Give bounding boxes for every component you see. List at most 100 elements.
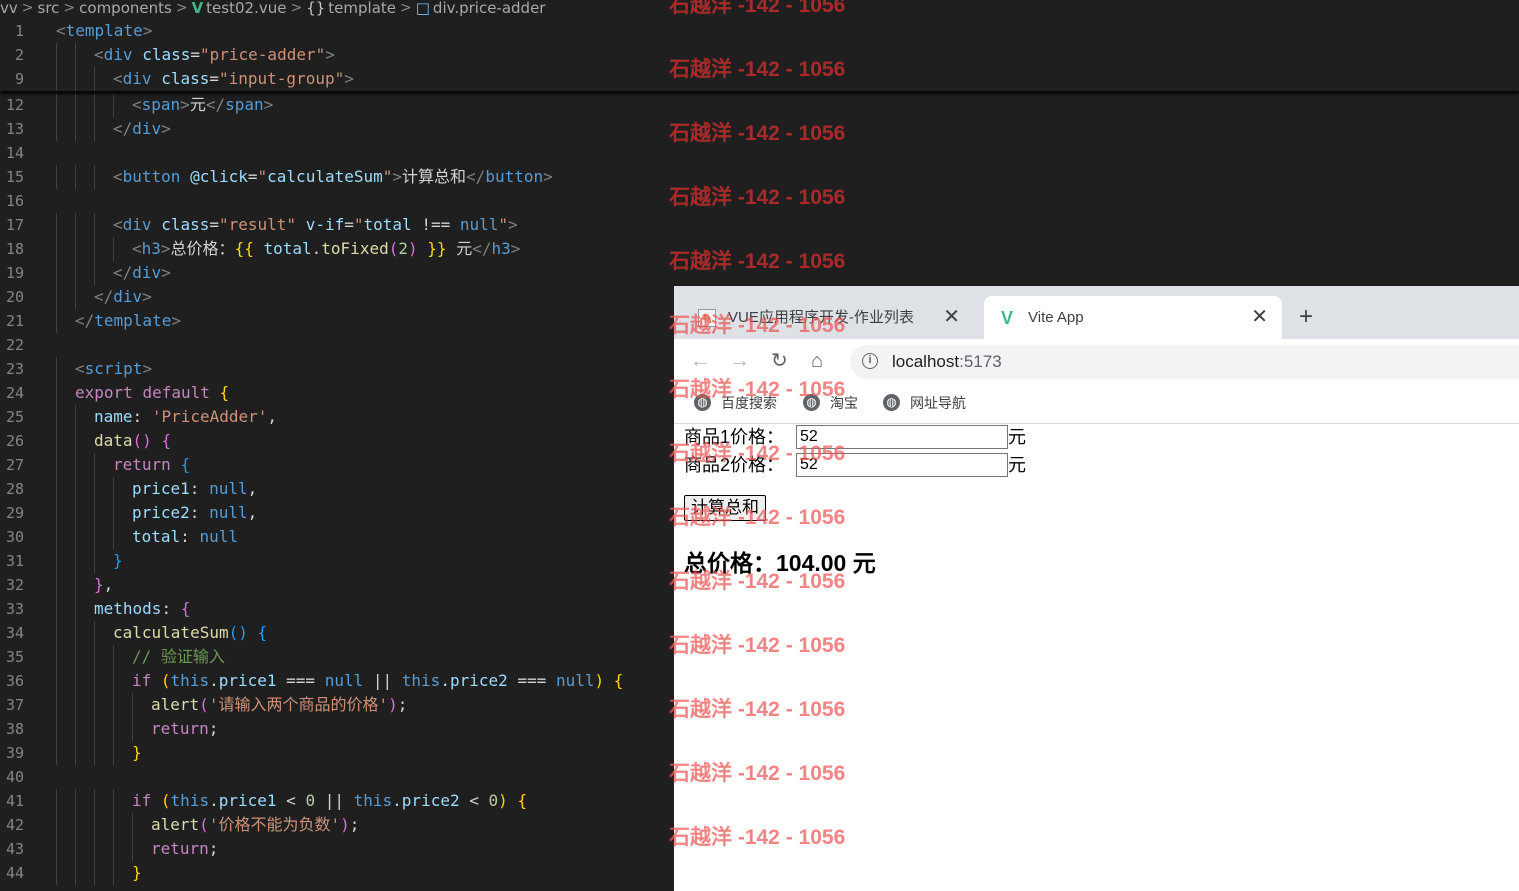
address-bar[interactable]: i localhost:5173 (850, 345, 1519, 379)
back-arrow-icon[interactable]: ← (690, 350, 710, 372)
code-line[interactable]: 45 (0, 885, 672, 891)
code-line[interactable]: 43 return; (0, 837, 672, 861)
forward-arrow-icon[interactable]: → (730, 350, 750, 372)
indent-guide (56, 501, 57, 525)
code-line[interactable]: 34 calculateSum() { (0, 621, 672, 645)
price2-input[interactable] (796, 453, 1008, 477)
code-line[interactable]: 20 </div> (0, 285, 672, 309)
sticky-scroll-header[interactable]: 1 <template> 2 <div class="price-adder"> 9 <d… (0, 19, 1519, 91)
new-tab-button[interactable]: + (1299, 304, 1313, 330)
indent-guide (56, 717, 57, 741)
indent-guide (56, 525, 57, 549)
chevron-right-icon: > (21, 0, 34, 16)
indent-guide (56, 381, 57, 405)
price1-input[interactable] (796, 425, 1008, 449)
code-line[interactable]: 1 <template> (0, 19, 672, 43)
tab-homework-list[interactable]: ✎ VUE应用程序开发-作业列表 ✕ (684, 296, 974, 339)
code-line[interactable]: 39} (0, 741, 672, 765)
info-icon[interactable]: i (862, 353, 878, 369)
indent-guide (94, 477, 95, 501)
code-line[interactable]: 40 (0, 765, 672, 789)
line-code: if (this.price1 === null || this.price2 … (132, 671, 624, 690)
bookmarks-bar: ◍ 百度搜索 ◍ 淘宝 ◍ 网址导航 (674, 385, 1519, 424)
line-number: 27 (5, 456, 24, 474)
reload-icon[interactable]: ↻ (771, 350, 788, 372)
bookmark-baidu[interactable]: ◍ 百度搜索 (694, 394, 777, 412)
code-line[interactable]: 24 export default { (0, 381, 672, 405)
indent-guide (75, 861, 76, 885)
breadcrumb-item[interactable]: components (79, 0, 172, 16)
code-line[interactable]: 33 methods: { (0, 597, 672, 621)
code-line[interactable]: 41 if (this.price1 < 0 || this.price2 < 0… (0, 789, 672, 813)
line-code: } (132, 863, 142, 882)
breadcrumb-item[interactable]: vv (0, 0, 18, 16)
close-icon[interactable]: ✕ (1251, 306, 1268, 328)
breadcrumb-item[interactable]: div.price-adder (433, 0, 546, 16)
page-content: 商品1价格： 元 商品2价格： 元 计算总和 总价格：104.00 元 (674, 424, 1519, 891)
code-line[interactable]: 12 <span>元</span> (0, 93, 672, 117)
close-icon[interactable]: ✕ (943, 306, 960, 328)
line-number: 44 (5, 864, 24, 882)
code-line[interactable]: 42 alert('价格不能为负数'); (0, 813, 672, 837)
code-line[interactable]: 17 <div class="result" v-if="total !== nu… (0, 213, 672, 237)
indent-guide (75, 43, 76, 67)
code-line[interactable]: 31} (0, 549, 672, 573)
calculate-sum-button[interactable]: 计算总和 (684, 495, 766, 521)
indent-guide (94, 525, 95, 549)
code-line[interactable]: 37 alert('请输入两个商品的价格'); (0, 693, 672, 717)
code-line[interactable]: 25 name: 'PriceAdder', (0, 405, 672, 429)
indent-guide (94, 237, 95, 261)
line-number: 17 (5, 216, 24, 234)
code-line[interactable]: 14 (0, 141, 672, 165)
indent-guide (75, 261, 76, 285)
breadcrumb-item[interactable]: test02.vue (206, 0, 286, 16)
code-line[interactable]: 26 data() { (0, 429, 672, 453)
indent-guide (94, 621, 95, 645)
code-line[interactable]: 36 if (this.price1 === null || this.price… (0, 669, 672, 693)
code-line[interactable]: 15 <button @click="calculateSum">计算总和</bu… (0, 165, 672, 189)
url-host: localhost (892, 352, 960, 371)
code-line[interactable]: 35 // 验证输入 (0, 645, 672, 669)
code-line[interactable]: 22 (0, 333, 672, 357)
code-line[interactable]: 30 total: null (0, 525, 672, 549)
price1-unit: 元 (1008, 427, 1026, 447)
code-line[interactable]: 38 return; (0, 717, 672, 741)
code-line[interactable]: 21 </template> (0, 309, 672, 333)
indent-guide (94, 717, 95, 741)
indent-guide (132, 813, 133, 837)
line-number: 23 (5, 360, 24, 378)
code-line[interactable]: 13 </div> (0, 117, 672, 141)
code-line[interactable]: 32}, (0, 573, 672, 597)
breadcrumb-item[interactable]: template (328, 0, 396, 16)
tab-vite-app[interactable]: V Vite App ✕ (984, 296, 1282, 339)
breadcrumb-item[interactable]: src (38, 0, 60, 16)
indent-guide (56, 261, 57, 285)
home-icon[interactable]: ⌂ (811, 350, 823, 372)
url-text[interactable]: localhost:5173 (892, 352, 1002, 372)
line-number: 16 (5, 192, 24, 210)
code-line[interactable]: 44} (0, 861, 672, 885)
indent-guide (56, 741, 57, 765)
vue-logo-icon: V (1000, 308, 1013, 328)
code-line[interactable]: 9 <div class="input-group"> (0, 67, 672, 91)
code-line[interactable]: 19 </div> (0, 261, 672, 285)
line-code: </template> (75, 311, 181, 330)
line-number: 31 (5, 552, 24, 570)
browser-window: ✎ VUE应用程序开发-作业列表 ✕ V Vite App ✕ + ← → ↻ … (674, 286, 1519, 891)
bookmark-taobao[interactable]: ◍ 淘宝 (803, 394, 858, 412)
indent-guide (56, 165, 57, 189)
code-lines[interactable]: 12 <span>元</span> 13 </div> 14 15 <button @cli… (0, 93, 672, 891)
code-line[interactable]: 27 return { (0, 453, 672, 477)
code-line[interactable]: 23 <script> (0, 357, 672, 381)
bookmark-nav[interactable]: ◍ 网址导航 (883, 394, 966, 412)
code-line[interactable]: 16 (0, 189, 672, 213)
code-line[interactable]: 18 <h3>总价格：{{ total.toFixed(2) }} 元</h3> (0, 237, 672, 261)
chevron-right-icon: > (63, 0, 76, 16)
price2-unit: 元 (1008, 455, 1026, 475)
code-line[interactable]: 28 price1: null, (0, 477, 672, 501)
code-line[interactable]: 2 <div class="price-adder"> (0, 43, 672, 67)
line-number: 32 (5, 576, 24, 594)
code-line[interactable]: 29 price2: null, (0, 501, 672, 525)
line-number: 25 (5, 408, 24, 426)
bookmark-label: 百度搜索 (721, 395, 777, 411)
